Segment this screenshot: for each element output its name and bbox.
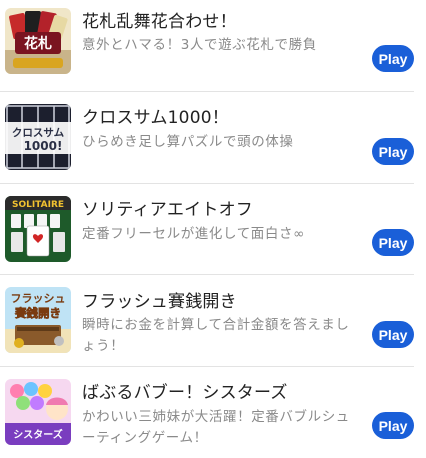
bubble-sisters-icon[interactable]: シスターズ [5,379,71,445]
game-title: ソリティアエイトオフ [82,200,253,220]
icon-text-top: クロスサム [12,127,65,139]
icon-text-top: フラッシュ [11,292,66,305]
solitaire-cards-icon[interactable]: SOLITAIRE [5,196,71,262]
icon-text: シスターズ [13,428,63,441]
play-button[interactable]: Play [372,45,414,72]
game-description: 意外とハマる！3人で遊ぶ花札で勝負 [82,37,317,53]
play-button[interactable]: Play [372,412,414,439]
game-item-bubble-sisters[interactable]: シスターズ ばぶるバブー！シスターズ かわいい三姉妹が大活躍！定番バブルシューテ… [0,367,426,458]
icon-text: SOLITAIRE [12,200,64,210]
game-item-solitaire[interactable]: SOLITAIRE ソリティアエイトオフ 定番フリーセルが進化して面白さ∞ Pl… [0,184,426,275]
cross-sum-grid-icon[interactable]: クロスサム 1000! [5,104,71,170]
svg-text:花札: 花札 [24,35,52,52]
game-item-hanafuda[interactable]: 花札 花札乱舞花合わせ！ 意外とハマる！3人で遊ぶ花札で勝負 Play [0,0,426,91]
play-button[interactable]: Play [372,229,414,256]
game-list: 花札 花札乱舞花合わせ！ 意外とハマる！3人で遊ぶ花札で勝負 Play クロスサ… [0,0,426,450]
play-button[interactable]: Play [372,138,414,165]
game-title: 花札乱舞花合わせ！ [82,12,237,32]
offering-box-icon[interactable]: フラッシュ 賽銭開き [5,287,71,353]
game-description: 瞬時にお金を計算して合計金額を答えましょう！ [82,317,350,354]
game-description: ひらめき足し算パズルで頭の体操 [82,134,294,150]
game-item-cross-sum[interactable]: クロスサム 1000! クロスサム1000！ ひらめき足し算パズルで頭の体操 P… [0,92,426,183]
icon-text-bottom: 賽銭開き [14,306,61,320]
game-title: フラッシュ賽銭開き [82,292,237,312]
game-title: ばぶるバブー！シスターズ [82,383,288,403]
game-description: かわいい三姉妹が大活躍！定番バブルシューティングゲーム！ [82,409,350,446]
play-button[interactable]: Play [372,321,414,348]
icon-text-bottom: 1000! [24,139,63,153]
game-item-saisen[interactable]: フラッシュ 賽銭開き フラッシュ賽銭開き 瞬時にお金を計算して合計金額を答えまし… [0,275,426,366]
game-description: 定番フリーセルが進化して面白さ∞ [82,226,305,242]
game-title: クロスサム1000！ [82,108,229,128]
hanafuda-cards-icon[interactable]: 花札 [5,8,71,74]
